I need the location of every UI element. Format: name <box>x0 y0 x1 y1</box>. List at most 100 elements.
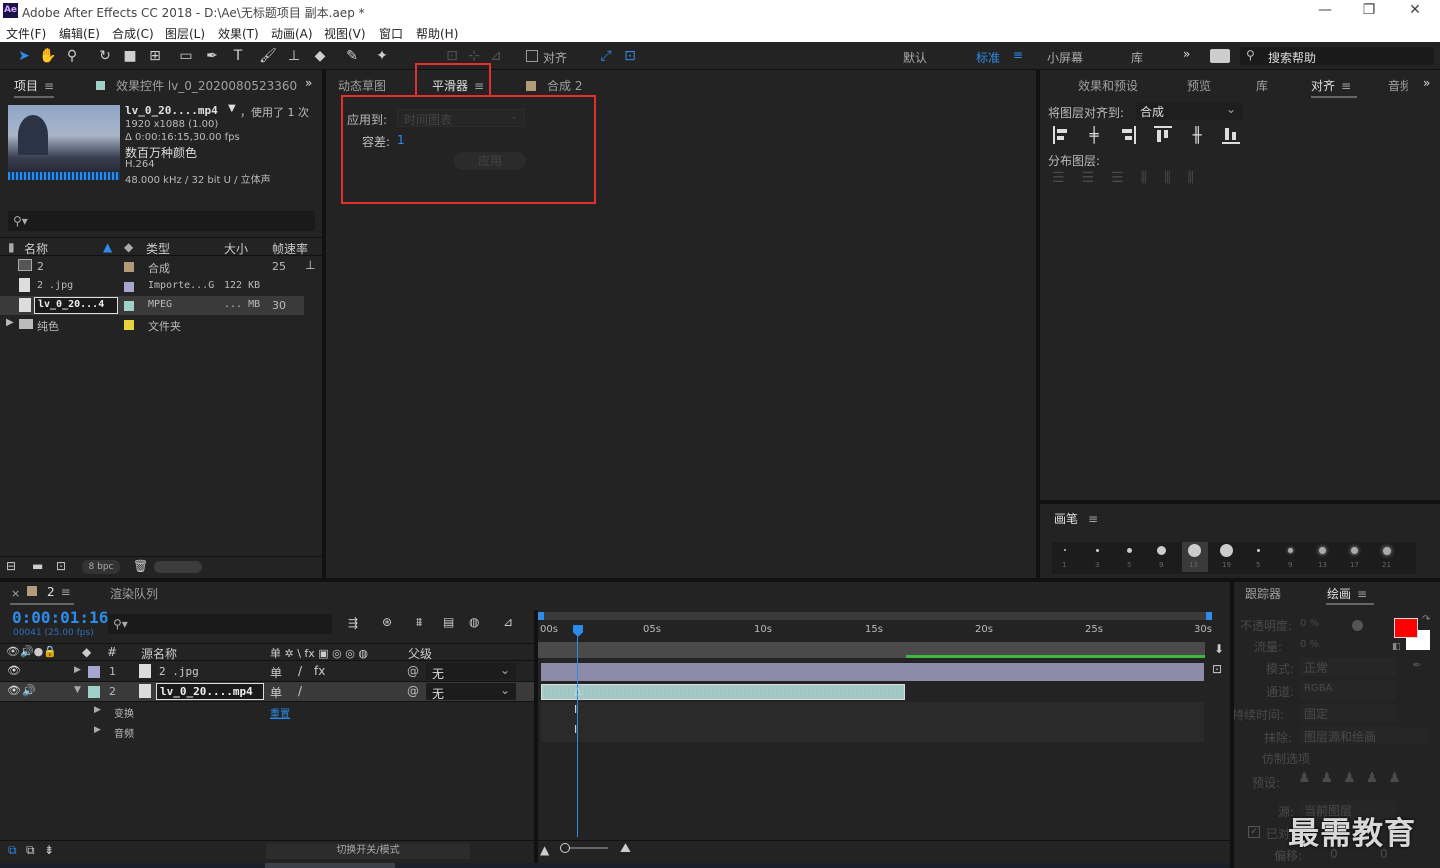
layer-label-swatch[interactable] <box>88 666 100 678</box>
panel-menu-icon[interactable]: ≡ <box>1341 79 1351 93</box>
layer-switches-toggle-icon[interactable]: ⧉ <box>8 843 17 858</box>
workspace-small-screen[interactable]: 小屏幕 <box>1047 49 1083 66</box>
column-source-name[interactable]: 源名称 <box>141 645 177 662</box>
expand-arrow-icon[interactable]: ▶ <box>94 725 101 735</box>
align-bottom-icon[interactable] <box>1222 126 1240 144</box>
brush-dot[interactable] <box>1220 544 1233 557</box>
menu-composition[interactable]: 合成(C) <box>112 25 154 42</box>
comp-marker-bin-icon[interactable]: ⬇ <box>1214 642 1224 656</box>
column-type[interactable]: 类型 <box>146 240 170 257</box>
brush-tool-icon[interactable]: 🖌 <box>258 46 278 66</box>
pickwhip-icon[interactable]: @ <box>407 664 419 678</box>
restore-icon[interactable]: ❐ <box>1354 2 1384 20</box>
workspace-library[interactable]: 库 <box>1131 49 1143 66</box>
snap-features-icon[interactable]: ⊡ <box>620 46 640 66</box>
panel-overflow-icon[interactable]: » <box>305 76 312 90</box>
time-ruler[interactable]: 00s 05s 10s 15s 20s 25s 30s <box>538 622 1212 642</box>
menu-help[interactable]: 帮助(H) <box>416 25 458 42</box>
menu-window[interactable]: 窗口 <box>379 25 403 42</box>
draft-3d-icon[interactable]: ⊛ <box>382 615 392 629</box>
flow-value[interactable]: 0 % <box>1300 639 1319 650</box>
current-timecode[interactable]: 0:00:01:16 <box>12 608 108 627</box>
layer-row[interactable]: 👁 ▶ 1 2 .jpg 单 / fx @ 无 ⌄ <box>0 662 534 682</box>
shy-switch-icon[interactable]: 单 <box>270 664 282 681</box>
panel-menu-icon[interactable]: ≡ <box>1088 512 1098 526</box>
panel-menu-icon[interactable]: ≡ <box>44 79 54 93</box>
delete-icon[interactable]: 🗑 <box>133 559 148 573</box>
foreground-color-swatch[interactable] <box>1394 618 1418 638</box>
pen-tool-icon[interactable]: ✒ <box>202 46 222 66</box>
apply-to-select[interactable]: 时间图表 ⌄ <box>397 109 525 127</box>
align-right-icon[interactable] <box>1120 126 1136 144</box>
effects-switch-icon[interactable]: fx <box>314 664 325 678</box>
tab-render-queue[interactable]: 渲染队列 <box>110 585 158 602</box>
asset-dropdown-icon[interactable]: ▼ <box>228 103 236 114</box>
menu-file[interactable]: 文件(F) <box>6 25 46 42</box>
align-to-select[interactable]: 合成 ⌄ <box>1136 102 1242 120</box>
timeline-search-field[interactable]: ⚲▾ <box>108 614 332 634</box>
tab-preview[interactable]: 预览 <box>1187 77 1211 94</box>
work-area-bar[interactable] <box>538 612 1212 620</box>
motion-blur-icon[interactable]: ◍ <box>469 615 479 629</box>
camera-tool-icon[interactable]: ■ <box>120 46 140 66</box>
column-name[interactable]: 名称 <box>24 240 48 257</box>
puppet-pin-tool-icon[interactable]: ✦ <box>372 46 392 66</box>
clone-preset-icons[interactable]: ♟♟♟♟♟ <box>1298 770 1438 792</box>
layer-name[interactable]: 2 .jpg <box>159 665 199 678</box>
menu-animation[interactable]: 动画(A) <box>271 25 313 42</box>
column-parent[interactable]: 父级 <box>408 645 432 662</box>
expand-arrow-icon[interactable]: ▶ <box>74 665 81 675</box>
tab-brush[interactable]: 画笔 ≡ <box>1054 510 1098 527</box>
modes-toggle-icon[interactable]: ⧉ <box>26 843 35 858</box>
brush-dot[interactable] <box>1257 549 1260 552</box>
aligned-checkbox[interactable]: ✓ <box>1248 826 1260 838</box>
rectangle-tool-icon[interactable]: ▭ <box>176 46 196 66</box>
quality-switch-icon[interactable]: / <box>298 664 302 678</box>
label-swatch[interactable] <box>124 301 134 311</box>
close-icon[interactable]: ✕ <box>1400 2 1430 20</box>
layer-label-swatch[interactable] <box>88 686 100 698</box>
brush-dot[interactable] <box>1157 546 1166 555</box>
align-vertical-center-icon[interactable]: ╫ <box>1188 126 1206 144</box>
label-swatch[interactable] <box>124 262 134 272</box>
panel-overflow-icon[interactable]: » <box>1423 76 1430 90</box>
roto-brush-tool-icon[interactable]: ✎ <box>342 46 362 66</box>
tab-effects-presets[interactable]: 效果和预设 <box>1078 77 1138 94</box>
minimize-icon[interactable]: — <box>1310 2 1340 20</box>
project-scrollbar[interactable] <box>154 561 202 573</box>
opacity-value[interactable]: 0 % <box>1300 618 1319 629</box>
eraser-tool-icon[interactable]: ◆ <box>310 46 330 66</box>
workspace-default[interactable]: 默认 <box>903 49 927 66</box>
brush-dot[interactable] <box>1383 547 1391 555</box>
reset-link[interactable]: 重置 <box>270 705 290 720</box>
property-row[interactable]: ▶ 变换 重置 <box>0 702 534 722</box>
label-swatch[interactable] <box>124 320 134 330</box>
tab-tracker[interactable]: 跟踪器 <box>1245 585 1281 602</box>
visibility-eye-icon[interactable]: 👁 <box>7 664 21 677</box>
panel-menu-icon[interactable]: ≡ <box>61 585 71 599</box>
tab-comp[interactable]: 2 ≡ <box>47 585 71 599</box>
project-item-row[interactable]: 2 合成 25 ⊥ <box>0 257 315 276</box>
horizontal-scrollbar[interactable] <box>0 863 1230 868</box>
frame-blending-icon[interactable]: ▤ <box>443 615 454 629</box>
brush-dot[interactable] <box>1127 548 1132 553</box>
sort-ascending-icon[interactable]: ▲ <box>103 240 112 254</box>
project-item-row-selected[interactable]: lv_0_20...4 MPEG ... MB 30 <box>0 296 304 315</box>
shy-layers-icon[interactable]: ⩩ <box>416 615 422 630</box>
eyedropper-icon[interactable]: ✒ <box>1412 658 1422 672</box>
shy-switch-icon[interactable]: 单 <box>270 684 282 701</box>
work-area-end-handle[interactable] <box>1206 612 1212 620</box>
interpret-footage-icon[interactable]: ⊟ <box>6 559 16 573</box>
help-search-field[interactable]: ⚲ 搜索帮助 <box>1240 47 1434 65</box>
hand-tool-icon[interactable]: ✋ <box>38 46 58 66</box>
brush-dot[interactable] <box>1319 547 1326 554</box>
snap-checkbox[interactable] <box>526 50 538 62</box>
in-out-toggle-icon[interactable]: ⇟ <box>44 843 54 857</box>
project-item-row[interactable]: ▶ 纯色 文件夹 <box>0 315 304 334</box>
rotate-tool-icon[interactable]: ↻ <box>95 46 115 66</box>
brush-dot[interactable] <box>1064 549 1066 551</box>
apply-button[interactable]: 应用 <box>454 152 526 170</box>
menu-effect[interactable]: 效果(T) <box>218 25 259 42</box>
brush-dot[interactable] <box>1351 547 1358 554</box>
zoom-tool-icon[interactable]: ⚲ <box>62 46 82 66</box>
